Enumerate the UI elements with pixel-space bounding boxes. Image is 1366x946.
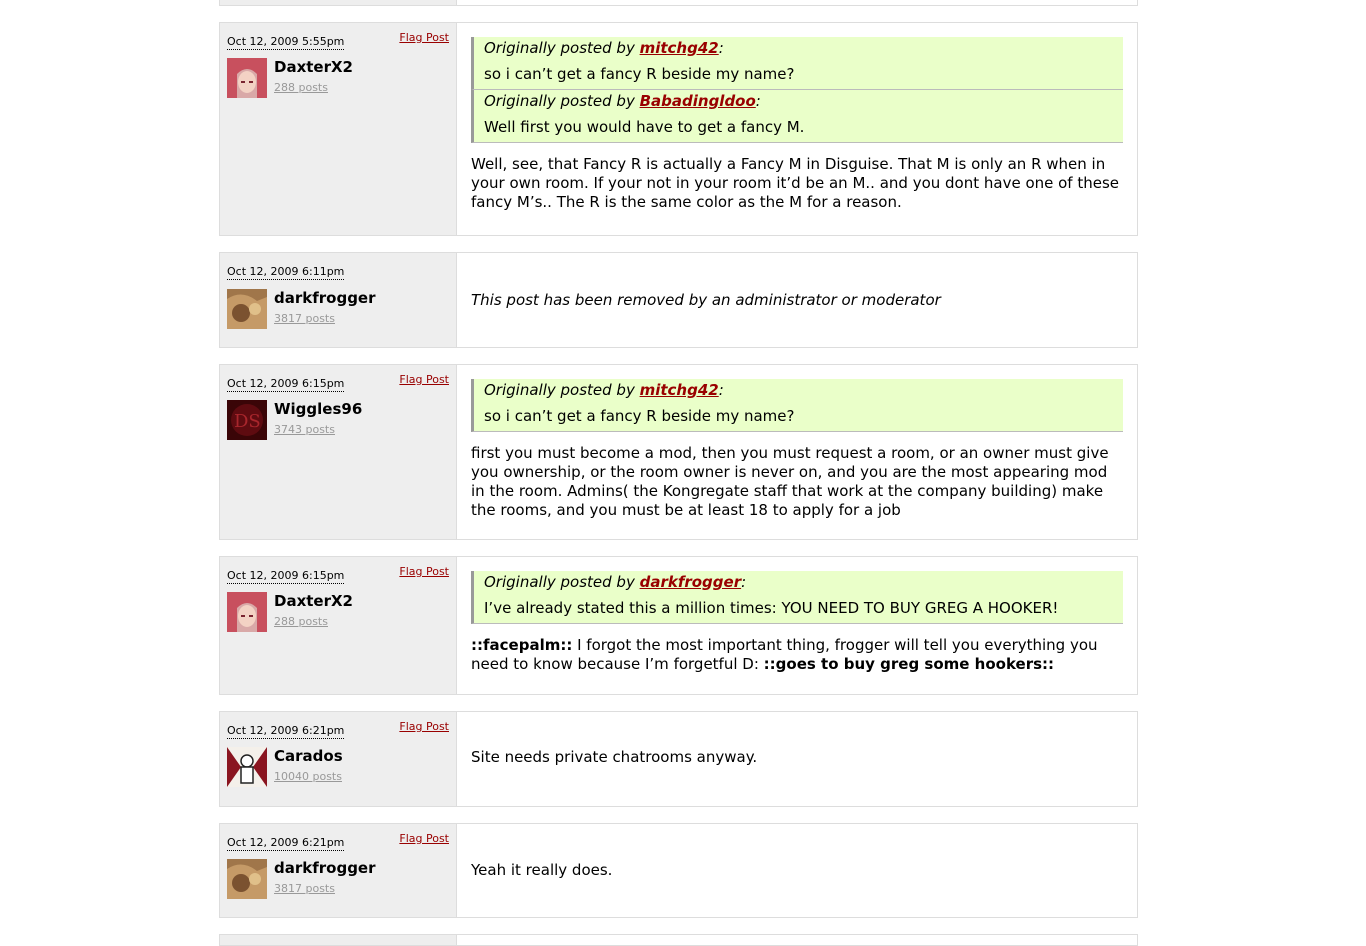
quote-text: so i can’t get a fancy R beside my name? <box>484 407 795 425</box>
forum-post: Oct 12, 2009 6:11pm darkfrogger 3817 pos… <box>219 252 1138 348</box>
quote-text: so i can’t get a fancy R beside my name? <box>484 65 795 83</box>
post-text: ::facepalm:: I forgot the most important… <box>471 636 1123 674</box>
quote-block: Originally posted by darkfrogger: I’ve a… <box>471 571 1123 624</box>
flag-post-link[interactable]: Flag Post <box>399 720 449 734</box>
post-author-panel: Oct 12, 2009 6:15pm Flag Post DaxterX2 2… <box>220 557 457 694</box>
quote-prefix: Originally posted by <box>484 381 640 399</box>
avatar[interactable] <box>227 592 267 632</box>
user-info: Carados 10040 posts <box>227 747 343 787</box>
post-text: first you must become a mod, then you mu… <box>471 444 1109 519</box>
avatar[interactable]: DS <box>227 400 267 440</box>
post-author-panel: Oct 12, 2009 5:55pm Flag Post DaxterX2 2… <box>220 23 457 235</box>
post-date-link[interactable]: Oct 12, 2009 6:21pm <box>227 724 345 739</box>
forum-post: Oct 12, 2009 6:15pm Flag Post DaxterX2 2… <box>219 556 1138 695</box>
post-date-link[interactable]: Oct 12, 2009 6:15pm <box>227 377 345 392</box>
post-author-panel: Oct 12, 2009 6:21pm Flag Post darkfrogge… <box>220 824 457 917</box>
username-link[interactable]: darkfrogger <box>274 289 376 307</box>
post-date-link[interactable]: Oct 12, 2009 6:21pm <box>227 836 345 851</box>
avatar[interactable] <box>227 859 267 899</box>
post-count-link[interactable]: 10040 posts <box>274 770 342 783</box>
quote-prefix: Originally posted by <box>484 573 640 591</box>
post-body: Originally posted by darkfrogger: I’ve a… <box>457 557 1137 694</box>
next-post-stub <box>219 934 1138 946</box>
quote-author-link[interactable]: mitchg42 <box>640 381 719 399</box>
post-count-link[interactable]: 3817 posts <box>274 312 335 325</box>
user-info: darkfrogger 3817 posts <box>227 859 376 899</box>
user-info: darkfrogger 3817 posts <box>227 289 376 329</box>
forum-post: Oct 12, 2009 6:21pm Flag Post darkfrogge… <box>219 823 1138 918</box>
forum-post: Oct 12, 2009 5:55pm Flag Post DaxterX2 2… <box>219 22 1138 236</box>
quote-block: Originally posted by mitchg42: so i can’… <box>471 37 1123 90</box>
username-link[interactable]: DaxterX2 <box>274 58 353 76</box>
post-date-link[interactable]: Oct 12, 2009 5:55pm <box>227 35 345 50</box>
avatar[interactable] <box>227 58 267 98</box>
username-link[interactable]: DaxterX2 <box>274 592 353 610</box>
flag-post-link[interactable]: Flag Post <box>399 31 449 45</box>
quote-prefix: Originally posted by <box>484 92 640 110</box>
avatar[interactable] <box>227 289 267 329</box>
forum-post: Oct 12, 2009 6:15pm Flag Post DS Wiggles… <box>219 364 1138 540</box>
username-link[interactable]: Carados <box>274 747 343 765</box>
post-body: Yeah it really does. <box>457 824 1137 917</box>
post-text: Well, see, that Fancy R is actually a Fa… <box>471 155 1120 211</box>
removed-post-notice: This post has been removed by an adminis… <box>471 291 941 309</box>
post-body: Originally posted by mitchg42: so i can’… <box>457 365 1137 539</box>
username-link[interactable]: Wiggles96 <box>274 400 362 418</box>
avatar[interactable] <box>227 747 267 787</box>
post-author-panel: Oct 12, 2009 6:15pm Flag Post DS Wiggles… <box>220 365 457 539</box>
quote-author-link[interactable]: darkfrogger <box>640 573 742 591</box>
user-info: DS Wiggles96 3743 posts <box>227 400 362 440</box>
quote-author-link[interactable]: mitchg42 <box>640 39 719 57</box>
post-count-link[interactable]: 288 posts <box>274 615 328 628</box>
post-body: Originally posted by mitchg42: so i can’… <box>457 23 1137 235</box>
quote-block: Originally posted by mitchg42: so i can’… <box>471 379 1123 432</box>
post-author-panel: Oct 12, 2009 6:21pm Flag Post Carados 10… <box>220 712 457 806</box>
post-count-link[interactable]: 288 posts <box>274 81 328 94</box>
flag-post-link[interactable]: Flag Post <box>399 832 449 846</box>
bold-emote: ::facepalm:: <box>471 636 573 654</box>
post-text: Site needs private chatrooms anyway. <box>471 748 758 766</box>
post-text: Yeah it really does. <box>471 861 613 879</box>
quote-text: Well first you would have to get a fancy… <box>484 118 805 136</box>
post-count-link[interactable]: 3817 posts <box>274 882 335 895</box>
svg-text:DS: DS <box>234 411 261 432</box>
user-info: DaxterX2 288 posts <box>227 58 353 98</box>
flag-post-link[interactable]: Flag Post <box>399 373 449 387</box>
quote-text: I’ve already stated this a million times… <box>484 599 1059 617</box>
quote-prefix: Originally posted by <box>484 39 640 57</box>
previous-post-stub <box>219 0 1138 6</box>
user-info: DaxterX2 288 posts <box>227 592 353 632</box>
flag-post-link[interactable]: Flag Post <box>399 565 449 579</box>
bold-emote: ::goes to buy greg some hookers:: <box>763 655 1055 673</box>
quote-block: Originally posted by Babadingldoo: Well … <box>471 90 1123 143</box>
post-body: Site needs private chatrooms anyway. <box>457 712 1137 806</box>
post-date-link[interactable]: Oct 12, 2009 6:11pm <box>227 265 345 280</box>
username-link[interactable]: darkfrogger <box>274 859 376 877</box>
post-body: This post has been removed by an adminis… <box>457 253 1137 347</box>
quote-author-link[interactable]: Babadingldoo <box>640 92 756 110</box>
forum-post: Oct 12, 2009 6:21pm Flag Post Carados 10… <box>219 711 1138 807</box>
post-author-panel: Oct 12, 2009 6:11pm darkfrogger 3817 pos… <box>220 253 457 347</box>
post-count-link[interactable]: 3743 posts <box>274 423 335 436</box>
post-date-link[interactable]: Oct 12, 2009 6:15pm <box>227 569 345 584</box>
